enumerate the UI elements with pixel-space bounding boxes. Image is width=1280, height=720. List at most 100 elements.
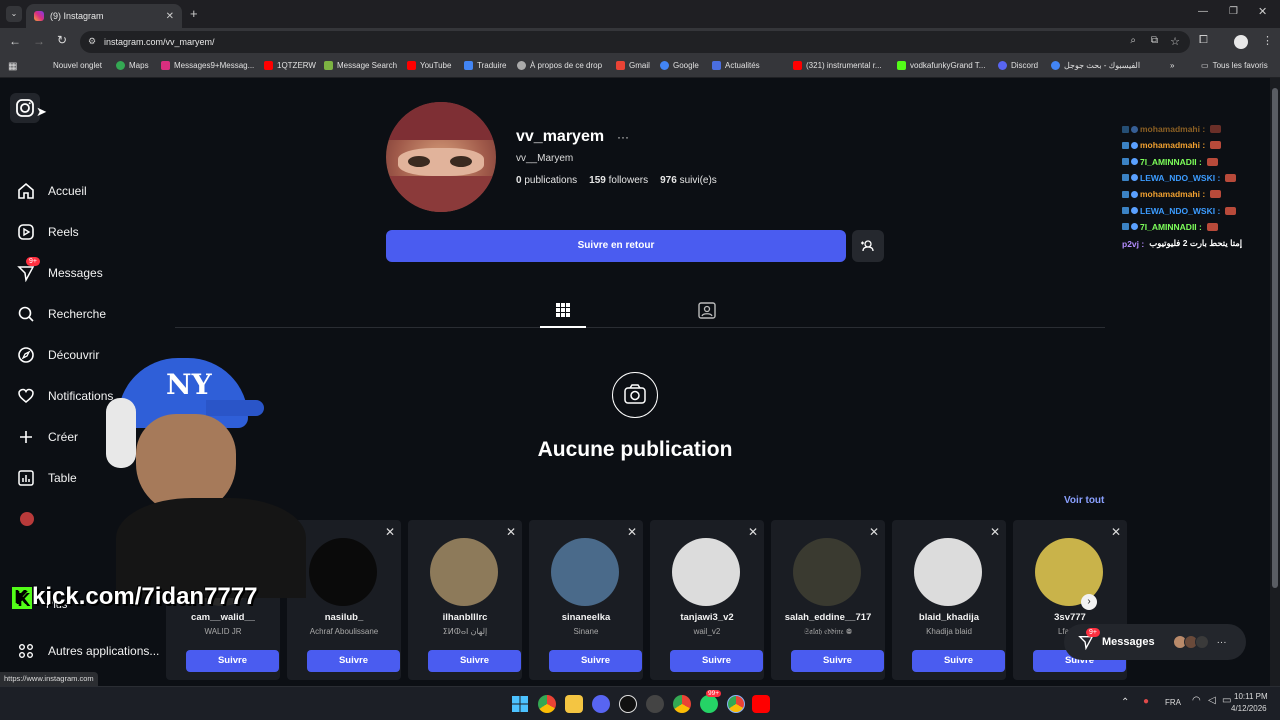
profile-avatar-small[interactable] — [20, 512, 34, 526]
carousel-next-icon[interactable]: › — [1081, 594, 1097, 610]
bookmark-item[interactable]: Actualités — [712, 61, 760, 70]
bookmark-item[interactable]: 1QTZERW — [264, 61, 316, 70]
file-explorer-icon[interactable] — [565, 695, 583, 713]
followers-stat[interactable]: 159 followers — [589, 175, 648, 186]
apps-grid-icon[interactable]: ▦ — [8, 61, 17, 72]
reload-icon[interactable]: ↻ — [57, 33, 67, 47]
more-options-icon[interactable]: ··· — [617, 130, 629, 144]
follow-button[interactable]: Suivre — [912, 650, 1005, 672]
suggestion-username[interactable]: ilhanblllrc — [408, 612, 522, 623]
scrollbar-thumb[interactable] — [1272, 88, 1278, 588]
posts-stat[interactable]: 0 publications — [516, 175, 577, 186]
sidebar-item-recherche[interactable]: Recherche — [16, 304, 106, 324]
tab-search-button[interactable]: ⌄ — [6, 6, 22, 22]
avatar[interactable] — [551, 538, 619, 606]
dismiss-icon[interactable]: ✕ — [869, 525, 879, 539]
dismiss-icon[interactable]: ✕ — [1111, 525, 1121, 539]
wifi-icon[interactable]: ◠ — [1192, 695, 1201, 706]
follow-button[interactable]: Suivre — [791, 650, 884, 672]
sidebar-item-other-apps[interactable]: Autres applications... — [16, 641, 159, 661]
tab-posts[interactable] — [540, 300, 586, 328]
bookmark-item[interactable]: Message Search — [324, 61, 397, 70]
suggestion-card[interactable]: ✕ sinaneelka Sinane Suivre — [529, 520, 643, 680]
discord-icon[interactable] — [592, 695, 610, 713]
extensions-icon[interactable]: ⧠ — [1199, 34, 1208, 47]
follow-button[interactable]: Suivre — [186, 650, 279, 672]
bookmark-item[interactable]: Discord — [998, 61, 1038, 70]
tray-overflow-icon[interactable]: ⌃ — [1121, 697, 1129, 708]
suggestion-username[interactable]: tanjawi3_v2 — [650, 612, 764, 623]
follow-button[interactable]: Suivre — [670, 650, 763, 672]
suggestion-card[interactable]: ✕ blaid_khadija Khadija blaid Suivre — [892, 520, 1006, 680]
zoom-icon[interactable]: ⌕ — [1130, 35, 1136, 46]
all-bookmarks-folder[interactable]: ▭ Tous les favoris — [1201, 61, 1268, 70]
messages-widget[interactable]: 9+ Messages ··· — [1064, 624, 1246, 660]
suggestion-username[interactable]: sinaneelka — [529, 612, 643, 623]
sidebar-item-messages[interactable]: 9+ Messages — [16, 257, 103, 283]
follow-back-button[interactable]: Suivre en retour — [386, 230, 846, 262]
bookmark-item[interactable]: Nouvel onglet — [53, 61, 102, 70]
dismiss-icon[interactable]: ✕ — [748, 525, 758, 539]
suggestion-card[interactable]: ✕ ilhanblllrc ⵉⵍⵀⴰⵏ إلهان Suivre — [408, 520, 522, 680]
tab-tagged[interactable] — [690, 300, 724, 324]
bookmark-item[interactable]: Gmail — [616, 61, 650, 70]
profile-picture[interactable] — [386, 102, 496, 212]
sidebar-item-tableau[interactable]: Table — [16, 468, 77, 488]
following-stat[interactable]: 976 suivi(e)s — [660, 175, 717, 186]
clock-date[interactable]: 4/12/2026 — [1231, 704, 1267, 713]
suggestion-username[interactable]: blaid_khadija — [892, 612, 1006, 623]
app-icon[interactable] — [646, 695, 664, 713]
page-scrollbar[interactable] — [1270, 78, 1280, 686]
sidebar-item-decouvrir[interactable]: Découvrir — [16, 345, 99, 365]
close-tab-icon[interactable]: ✕ — [166, 11, 174, 22]
sidebar-item-accueil[interactable]: Accueil — [16, 181, 87, 201]
follow-button[interactable]: Suivre — [307, 650, 400, 672]
suggestion-card[interactable]: ✕ salah_eddine__717 𝔖𝔞𝔩𝔞𝔥 𝔢𝔡𝔡𝔦𝔫𝔢 ❁ Suivre — [771, 520, 885, 680]
bookmarks-overflow-icon[interactable]: » — [1170, 61, 1174, 70]
chrome-icon[interactable] — [538, 695, 556, 713]
install-icon[interactable]: ⧉ — [1151, 35, 1158, 46]
whatsapp-icon[interactable] — [700, 695, 718, 713]
follow-button[interactable]: Suivre — [428, 650, 521, 672]
follow-button[interactable]: Suivre — [549, 650, 642, 672]
sidebar-item-reels[interactable]: Reels — [16, 222, 79, 242]
menu-icon[interactable]: ⋮ — [1262, 34, 1273, 47]
bookmark-item[interactable]: Messages9+Messag... — [161, 61, 254, 70]
bookmark-item[interactable]: YouTube — [407, 61, 451, 70]
language-indicator[interactable]: FRA — [1165, 698, 1181, 707]
suggestion-username[interactable]: nasilub_ — [287, 612, 401, 623]
bookmark-item[interactable]: À propos de ce drop — [517, 61, 602, 70]
minimize-button[interactable]: — — [1198, 6, 1208, 17]
bookmark-item[interactable]: Google — [660, 61, 699, 70]
suggested-users-button[interactable] — [852, 230, 884, 262]
forward-icon[interactable]: → — [33, 34, 45, 48]
close-window-button[interactable]: ✕ — [1258, 5, 1267, 18]
chrome-icon[interactable] — [673, 695, 691, 713]
suggestion-username[interactable]: 3sv777 — [1013, 612, 1127, 623]
more-icon[interactable]: ··· — [1217, 637, 1227, 648]
profile-avatar[interactable] — [1234, 35, 1248, 49]
avatar[interactable] — [672, 538, 740, 606]
avatar[interactable] — [793, 538, 861, 606]
dismiss-icon[interactable]: ✕ — [506, 525, 516, 539]
restore-button[interactable]: ❐ — [1229, 6, 1238, 17]
app-icon[interactable] — [619, 695, 637, 713]
bookmark-item[interactable]: vodkafunkyGrand T... — [897, 61, 985, 70]
bookmark-item[interactable]: (321) instrumental r... — [793, 61, 882, 70]
microphone-icon[interactable]: ● — [1143, 696, 1149, 707]
site-info-icon[interactable]: ⚙ — [88, 36, 96, 47]
youtube-icon[interactable] — [752, 695, 770, 713]
avatar[interactable] — [914, 538, 982, 606]
tab-instagram[interactable]: (9) Instagram ✕ — [26, 4, 182, 28]
volume-icon[interactable]: ◁ — [1208, 695, 1216, 706]
sidebar-item-creer[interactable]: Créer — [16, 427, 78, 447]
bookmark-item[interactable]: Maps — [116, 61, 149, 70]
dismiss-icon[interactable]: ✕ — [385, 525, 395, 539]
clock-time[interactable]: 10:11 PM — [1234, 692, 1268, 701]
dismiss-icon[interactable]: ✕ — [990, 525, 1000, 539]
back-icon[interactable]: ← — [9, 34, 21, 48]
new-tab-button[interactable]: + — [190, 6, 198, 21]
bookmark-item[interactable]: الفيسبوك - بحث جوجل — [1051, 61, 1140, 70]
suggestion-username[interactable]: cam__walid__ — [166, 612, 280, 623]
chrome-icon[interactable] — [727, 695, 745, 713]
